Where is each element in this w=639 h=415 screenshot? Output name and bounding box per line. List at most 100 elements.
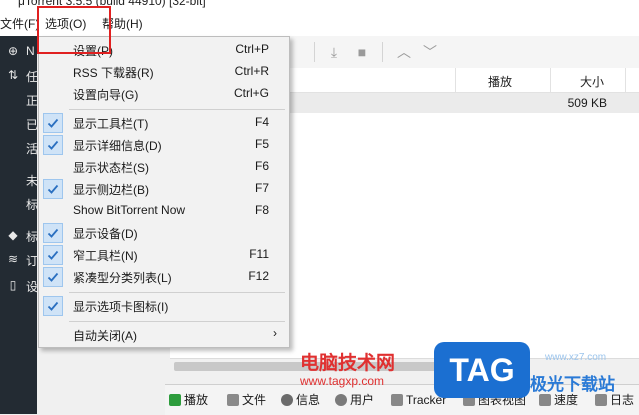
sidebar-item-label[interactable]: 未 <box>26 172 38 189</box>
menu-item-shortcut: F8 <box>254 203 269 217</box>
menu-item-label: 显示状态栏(S) <box>73 161 149 175</box>
menu-item-label: 显示详细信息(D) <box>73 139 162 153</box>
tab-label: 播放 <box>184 393 209 407</box>
menu-item-show-toolbar[interactable]: 显示工具栏(T) F4 <box>39 112 289 134</box>
menu-item-label: 显示工具栏(T) <box>73 117 149 131</box>
sidebar-item-label[interactable]: 订 <box>26 252 38 269</box>
menu-item-shortcut: F12 <box>248 269 269 283</box>
sidebar-item-label[interactable]: 标 <box>26 196 38 213</box>
menu-item-setup-wizard[interactable]: 设置向导(G) Ctrl+G <box>39 83 289 105</box>
sidebar-item-label[interactable]: 任 <box>26 68 38 85</box>
transfer-icon: ⇅ <box>7 68 19 82</box>
menu-item-auto-shutdown[interactable]: 自动关闭(A) › <box>39 324 289 346</box>
tab-files[interactable]: 文件 <box>227 389 266 411</box>
menu-item-rss-downloader[interactable]: RSS 下载器(R) Ctrl+R <box>39 61 289 83</box>
menu-item-show-bittorrent-now[interactable]: Show BitTorrent Now F8 <box>39 200 289 222</box>
menu-separator <box>69 292 285 293</box>
tab-label: 速度 <box>554 393 579 407</box>
toolbar-separator <box>314 42 315 62</box>
menu-item-shortcut: Ctrl+G <box>233 86 269 100</box>
menu-item-label: 显示侧边栏(B) <box>73 183 149 197</box>
menu-item-label: Show BitTorrent Now <box>73 203 186 217</box>
tab-label: 文件 <box>242 393 267 407</box>
play-icon <box>169 394 181 406</box>
download-icon[interactable]: ⤓ <box>326 44 342 60</box>
column-separator <box>550 68 551 92</box>
tab-label: 用户 <box>350 393 375 407</box>
menu-separator <box>69 109 285 110</box>
rss-icon: ≋ <box>7 252 19 266</box>
menu-item-show-sidebar[interactable]: 显示侧边栏(B) F7 <box>39 178 289 200</box>
options-menu: 设置(P) Ctrl+P RSS 下载器(R) Ctrl+R 设置向导(G) C… <box>38 36 290 348</box>
menu-item-show-statusbar[interactable]: 显示状态栏(S) F6 <box>39 156 289 178</box>
sidebar-item-label[interactable]: 正 <box>26 92 38 109</box>
move-down-icon[interactable]: ﹀ <box>422 44 438 60</box>
watermark-logo: TAG <box>434 342 530 398</box>
sidebar-item-label[interactable]: 设 <box>26 278 38 295</box>
check-icon <box>43 113 63 133</box>
toolbar-separator <box>382 42 383 62</box>
menu-file[interactable]: 文件(F) <box>0 15 39 32</box>
check-icon <box>43 179 63 199</box>
tab-label: 日志 <box>610 393 635 407</box>
menu-item-label: 紧凑型分类列表(L) <box>73 271 172 285</box>
menu-item-shortcut: F4 <box>254 115 269 129</box>
logo-text: TAG <box>449 352 515 388</box>
check-icon <box>43 267 63 287</box>
tab-peers[interactable]: 用户 <box>335 389 374 411</box>
move-up-icon[interactable]: ︿ <box>396 44 412 60</box>
highlight-box <box>37 6 111 54</box>
menu-item-shortcut: F5 <box>254 137 269 151</box>
sidebar-item-label[interactable]: 活 <box>26 140 38 157</box>
menu-item-label: 设置向导(G) <box>73 88 139 102</box>
column-separator <box>455 68 456 92</box>
column-separator <box>625 68 626 92</box>
menu-item-show-details[interactable]: 显示详细信息(D) F5 <box>39 134 289 156</box>
tracker-icon <box>391 394 403 406</box>
check-icon <box>43 135 63 155</box>
check-icon <box>43 223 63 243</box>
sidebar: ⊕ N ⇅ 任 正 已 活 未 标 ◆ 标 ≋ 订 ▯ 设 <box>0 36 38 414</box>
users-icon <box>335 394 347 406</box>
device-icon: ▯ <box>9 278 17 292</box>
menu-item-label: 窄工具栏(N) <box>73 249 138 263</box>
menu-item-show-tab-icons[interactable]: 显示选项卡图标(I) <box>39 295 289 317</box>
tab-play[interactable]: 播放 <box>169 389 208 411</box>
log-icon <box>595 394 607 406</box>
menu-item-label: 显示设备(D) <box>73 227 138 241</box>
info-icon <box>281 394 293 406</box>
globe-icon: ⊕ <box>7 44 19 58</box>
menu-item-shortcut: Ctrl+P <box>235 42 269 56</box>
menu-item-show-devices[interactable]: 显示设备(D) <box>39 222 289 244</box>
speed-icon <box>539 394 551 406</box>
menu-separator <box>69 321 285 322</box>
watermark-site-name: 电脑技术网 <box>300 353 396 374</box>
sidebar-item-label[interactable]: 标 <box>26 228 38 245</box>
stop-icon[interactable]: ■ <box>354 44 370 60</box>
menu-item-shortcut: F6 <box>254 159 269 173</box>
watermark-site-url: www.tagxp.com <box>300 374 385 388</box>
folder-icon <box>227 394 239 406</box>
tab-label: 信息 <box>296 393 321 407</box>
menu-item-label: 显示选项卡图标(I) <box>73 300 169 314</box>
toolbar: ⤓ ■ ︿ ﹀ <box>290 36 639 69</box>
watermark-brand-url: www.xz7.com <box>545 352 607 363</box>
menu-item-shortcut: Ctrl+R <box>234 64 269 78</box>
watermark-brand: 极光下载站 <box>530 375 615 394</box>
menu-item-label: 自动关闭(A) <box>73 329 137 343</box>
menu-item-narrow-toolbar[interactable]: 窄工具栏(N) F11 <box>39 244 289 266</box>
menu-item-shortcut: F11 <box>249 247 269 261</box>
tab-info[interactable]: 信息 <box>281 389 320 411</box>
sidebar-item-label[interactable]: N <box>26 44 35 58</box>
menu-item-shortcut: F7 <box>254 181 269 195</box>
chevron-right-icon: › <box>273 326 277 340</box>
column-header-size[interactable]: 大小 <box>580 73 604 90</box>
tag-icon: ◆ <box>8 228 18 242</box>
check-icon <box>43 296 63 316</box>
sidebar-item-label[interactable]: 已 <box>26 116 38 133</box>
column-header-play[interactable]: 播放 <box>488 73 512 90</box>
menu-item-label: RSS 下载器(R) <box>73 66 154 80</box>
row-size: 509 KB <box>567 96 607 110</box>
check-icon <box>43 245 63 265</box>
menu-item-compact-category-list[interactable]: 紧凑型分类列表(L) F12 <box>39 266 289 288</box>
